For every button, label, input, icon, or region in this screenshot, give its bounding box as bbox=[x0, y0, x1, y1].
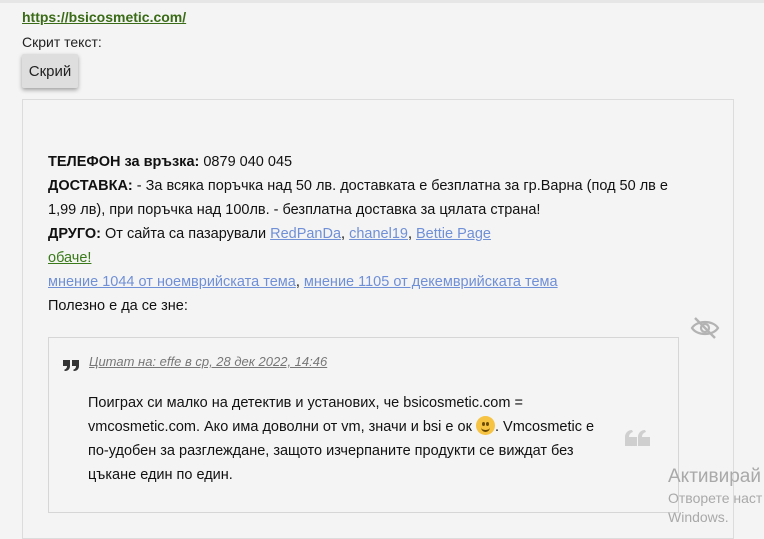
other-line: ДРУГО: От сайта са пазарували RedPanDa, … bbox=[48, 222, 688, 246]
useful-line: Полезно е да се зне: bbox=[48, 298, 188, 314]
hidden-text-label: Скрит текст: bbox=[22, 34, 102, 50]
quote-close-icon bbox=[625, 430, 650, 446]
separator: , bbox=[295, 274, 304, 290]
delivery-label: ДОСТАВКА: bbox=[48, 178, 133, 194]
other-text: От сайта са пазарували bbox=[100, 226, 271, 242]
phone-value: 0879 040 045 bbox=[199, 154, 293, 170]
delivery-text: - За всяка поръчка над 50 лв. доставката… bbox=[48, 178, 668, 218]
watermark-line-1: Активирай bbox=[668, 466, 761, 487]
eye-slash-icon[interactable] bbox=[690, 316, 720, 340]
user-link-bettie-page[interactable]: Bettie Page bbox=[416, 226, 491, 242]
watermark-line-2: Отворете наст bbox=[668, 490, 763, 506]
quote-body: Поиграх си малко на детектив и установих… bbox=[88, 391, 613, 487]
quote-citation-link[interactable]: Цитат на: effe в ср, 28 дек 2022, 14:46 bbox=[89, 354, 327, 369]
hide-button[interactable]: Скрий bbox=[22, 54, 78, 88]
phone-label: ТЕЛЕФОН за връзка: bbox=[48, 154, 200, 170]
user-link-redpanda[interactable]: RedPanDa bbox=[270, 226, 341, 242]
watermark-line-3: Windows. bbox=[668, 509, 729, 525]
opinion-links: мнение 1044 от ноемврийската тема, мнени… bbox=[48, 270, 688, 294]
however-link[interactable]: обаче! bbox=[48, 250, 91, 266]
site-link[interactable]: https://bsicosmetic.com/ bbox=[22, 9, 186, 25]
top-divider bbox=[0, 0, 764, 3]
delivery-line: ДОСТАВКА: - За всяка поръчка над 50 лв. … bbox=[48, 174, 688, 222]
quote-text-part1: Поиграх си малко на детектив и установих… bbox=[88, 395, 523, 435]
phone-line: ТЕЛЕФОН за връзка: 0879 040 045 bbox=[48, 150, 688, 174]
separator: , bbox=[341, 226, 350, 242]
other-label: ДРУГО: bbox=[48, 226, 101, 242]
user-link-chanel19[interactable]: chanel19 bbox=[349, 226, 408, 242]
windows-activation-watermark: Активирай Отворете наст Windows. bbox=[668, 466, 762, 526]
quote-open-icon bbox=[63, 360, 79, 371]
separator: , bbox=[407, 226, 417, 242]
spoiler-content: ТЕЛЕФОН за връзка: 0879 040 045 ДОСТАВКА… bbox=[48, 150, 688, 318]
opinion-link-1105[interactable]: мнение 1105 от декемврийската тема bbox=[304, 274, 558, 290]
smiley-icon bbox=[475, 416, 495, 435]
opinion-link-1044[interactable]: мнение 1044 от ноемврийската тема bbox=[48, 274, 296, 290]
